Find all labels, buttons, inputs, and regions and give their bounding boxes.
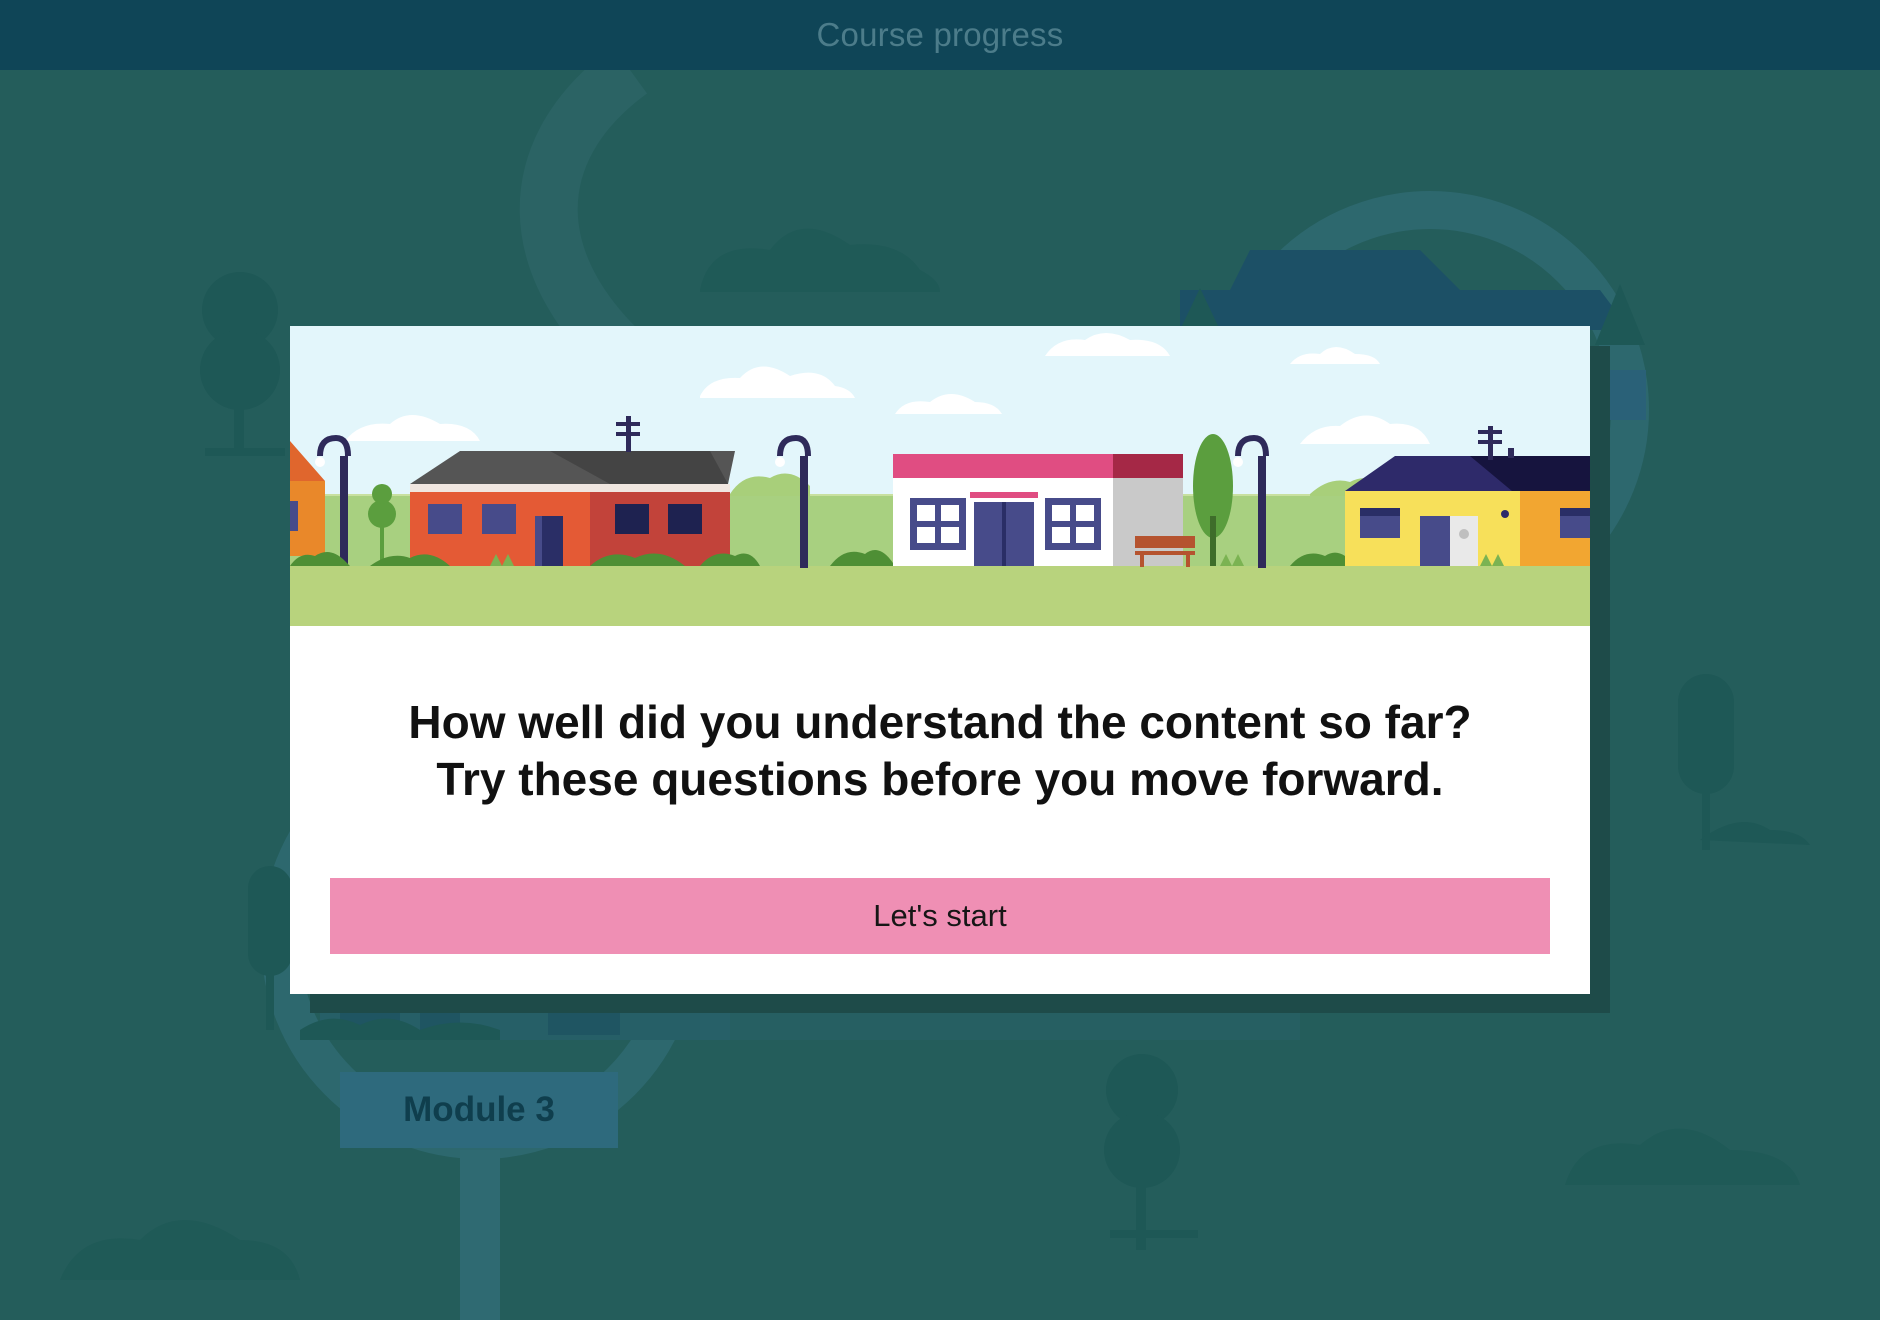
dialog-heading-line-1: How well did you understand the content … <box>408 696 1472 748</box>
lets-start-button[interactable]: Let's start <box>330 878 1550 954</box>
dialog-heading: How well did you understand the content … <box>290 694 1590 808</box>
neighborhood-illustration <box>290 326 1590 626</box>
module-3-label[interactable]: Module 3 <box>340 1072 618 1148</box>
quiz-prompt-dialog: How well did you understand the content … <box>290 326 1590 994</box>
dialog-heading-line-2: Try these questions before you move forw… <box>436 753 1444 805</box>
top-bar: Course progress <box>0 0 1880 71</box>
page-title: Course progress <box>816 16 1064 53</box>
